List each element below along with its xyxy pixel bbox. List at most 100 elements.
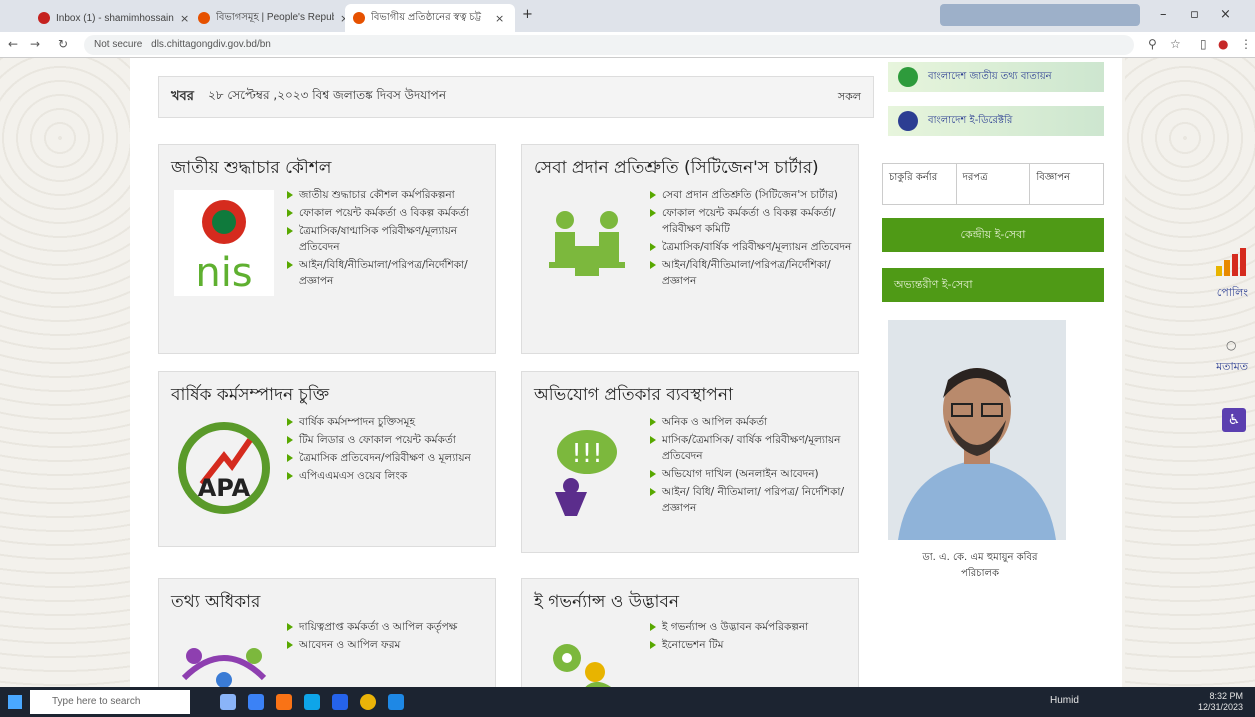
rti-people-icon	[171, 617, 277, 687]
mail-icon[interactable]	[332, 694, 348, 710]
list-item[interactable]: আইন/বিধি/নীতিমালা/পরিপত্র/নির্দেশিকা/প্র…	[287, 257, 492, 289]
browser-tab-1[interactable]: Inbox (1) - shamimhossaintev@... ×	[30, 4, 210, 32]
edge-icon[interactable]	[304, 694, 320, 710]
browser-tab-2[interactable]: বিভাগসমূহ | People's Republic ×	[190, 4, 370, 32]
grievance-speech-icon: !!!	[534, 414, 640, 526]
close-icon[interactable]: ×	[495, 12, 504, 25]
list-item[interactable]: ত্রৈমাসিক/ষাণ্মাসিক পরিবীক্ষণ/মূল্যায়ন …	[287, 223, 492, 255]
list-item[interactable]: অভিযোগ দাখিল (অনলাইন আবেদন)	[650, 466, 855, 482]
site-favicon	[198, 12, 210, 24]
file-explorer-icon[interactable]	[248, 694, 264, 710]
clock-time: 8:32 PM	[1209, 691, 1243, 701]
news-item[interactable]: ২৮ সেপ্টেম্বর ,২০২৩ বিশ্ব জলাতঙ্ক দিবস উ…	[208, 87, 446, 107]
list-item[interactable]: এপিএএমএস ওয়েব লিংক	[287, 468, 492, 484]
chrome-icon[interactable]	[360, 694, 376, 710]
list-item[interactable]: টিম লিডার ও ফোকাল পয়েন্ট কর্মকর্তা	[287, 432, 492, 448]
taskbar-search-input[interactable]: Type here to search	[30, 690, 190, 714]
list-item[interactable]: ত্রৈমাসিক/বার্ষিক পরিবীক্ষণ/মূল্যায়ন প্…	[650, 239, 855, 255]
sidepanel-icon[interactable]: ▯	[1200, 37, 1207, 51]
url-input[interactable]: Not secure dls.chittagongdiv.gov.bd/bn	[84, 35, 1134, 55]
back-icon[interactable]: ←	[8, 37, 18, 51]
app-icon[interactable]	[388, 694, 404, 710]
link-list: বার্ষিক কর্মসম্পাদন চুক্তিসমূহ টিম লিডার…	[287, 414, 492, 486]
national-portal-banner[interactable]: বাংলাদেশ জাতীয় তথ্য বাতায়ন	[888, 62, 1104, 92]
profile-icon[interactable]: ●	[1218, 37, 1228, 51]
card-title[interactable]: সেবা প্রদান প্রতিশ্রুতি (সিটিজেন'স চার্ট…	[522, 145, 858, 189]
minimize-icon[interactable]: –	[1160, 7, 1167, 22]
tab-jobs[interactable]: চাকুরি কর্নার	[883, 164, 957, 204]
left-decoration	[0, 58, 130, 687]
list-item[interactable]: মাসিক/ত্রৈমাসিক/ বার্ষিক পরিবীক্ষণ/মূল্য…	[650, 432, 855, 464]
close-icon[interactable]: ×	[180, 12, 189, 25]
list-item[interactable]: ফোকাল পয়েন্ট কর্মকর্তা ও বিকল্প কর্মকর্…	[650, 205, 855, 237]
globe-icon	[898, 67, 918, 87]
card-title[interactable]: অভিযোগ প্রতিকার ব্যবস্থাপনা	[522, 372, 858, 416]
list-item[interactable]: আইন/ বিধি/ নীতিমালা/ পরিপত্র/ নির্দেশিকা…	[650, 484, 855, 516]
comment-icon[interactable]: ○	[1226, 338, 1236, 352]
svg-text:nis: nis	[195, 250, 252, 296]
close-window-icon[interactable]: ×	[1220, 7, 1231, 22]
site-favicon	[353, 12, 365, 24]
browser-tab-strip: Inbox (1) - shamimhossaintev@... × বিভাগ…	[0, 0, 1255, 32]
list-item[interactable]: ই গভর্ন্যান্স ও উদ্ভাবন কর্মপরিকল্পনা	[650, 619, 855, 635]
card-integrity: জাতীয় শুদ্ধাচার কৌশল nis জাতীয় শুদ্ধাচ…	[158, 144, 496, 354]
citizen-charter-icon	[534, 187, 640, 299]
link-list: দায়িত্বপ্রাপ্ত কর্মকর্তা ও আপিল কর্তৃপক…	[287, 619, 492, 655]
director-photo	[888, 320, 1066, 540]
list-item[interactable]: আইন/বিধি/নীতিমালা/পরিপত্র/নির্দেশিকা/প্র…	[650, 257, 855, 289]
link-list: জাতীয় শুদ্ধাচার কৌশল কর্মপরিকল্পনা ফোকা…	[287, 187, 492, 291]
banner-label: বাংলাদেশ ই-ডিরেক্টরি	[928, 114, 1013, 126]
list-item[interactable]: দায়িত্বপ্রাপ্ত কর্মকর্তা ও আপিল কর্তৃপক…	[287, 619, 492, 635]
director-name: ডা. এ. কে. এম হুমায়ুন কবির	[922, 552, 1038, 563]
new-tab-button[interactable]: +	[522, 7, 533, 22]
bookmark-star-icon[interactable]: ☆	[1170, 37, 1181, 51]
poll-link[interactable]: পোলিং	[1190, 284, 1248, 303]
maximize-icon[interactable]: ▫	[1190, 7, 1199, 22]
address-bar: ← → ↻ Not secure dls.chittagongdiv.gov.b…	[0, 32, 1255, 58]
banner-label: বাংলাদেশ জাতীয় তথ্য বাতায়ন	[928, 70, 1052, 82]
windows-start-icon[interactable]	[8, 695, 22, 709]
url-text: dls.chittagongdiv.gov.bd/bn	[151, 39, 271, 50]
system-clock[interactable]: 8:32 PM 12/31/2023	[1198, 691, 1243, 713]
floating-widgets: পোলিং ○ মতামত ♿	[1190, 248, 1250, 518]
list-item[interactable]: অনিক ও আপিল কর্মকর্তা	[650, 414, 855, 430]
weather-widget[interactable]: Humid	[1050, 695, 1079, 706]
card-egov: ই গভর্ন্যান্স ও উদ্ভাবন ই গভর্ন্যান্স ও …	[521, 578, 859, 687]
list-item[interactable]: ত্রৈমাসিক প্রতিবেদন/পরিবীক্ষণ ও মূল্যায়…	[287, 450, 492, 466]
poll-bars-icon[interactable]	[1214, 248, 1248, 278]
link-list: অনিক ও আপিল কর্মকর্তা মাসিক/ত্রৈমাসিক/ ব…	[650, 414, 855, 518]
internal-eservice-button[interactable]: অভ্যন্তরীণ ই-সেবা	[882, 268, 1104, 302]
apa-logo-icon: APA	[171, 412, 277, 524]
profile-banner	[940, 4, 1140, 26]
list-item[interactable]: ইনোভেশন টিম	[650, 637, 855, 653]
list-item[interactable]: বার্ষিক কর্মসম্পাদন চুক্তিসমূহ	[287, 414, 492, 430]
e-directory-banner[interactable]: বাংলাদেশ ই-ডিরেক্টরি	[888, 106, 1104, 136]
list-item[interactable]: ফোকাল পয়েন্ট কর্মকর্তা ও বিকল্প কর্মকর্…	[287, 205, 492, 221]
card-citizen-charter: সেবা প্রদান প্রতিশ্রুতি (সিটিজেন'স চার্ট…	[521, 144, 859, 354]
zoom-icon[interactable]: ⚲	[1148, 37, 1157, 51]
forward-icon[interactable]: →	[30, 37, 40, 51]
notice-tabs: চাকুরি কর্নার দরপত্র বিজ্ঞাপন	[882, 163, 1104, 205]
browser-tab-active[interactable]: বিভাগীয় প্রতিষ্ঠানের স্বত্ব চট্ট ×	[345, 4, 515, 32]
tab-tender[interactable]: দরপত্র	[957, 164, 1031, 204]
list-item[interactable]: সেবা প্রদান প্রতিশ্রুতি (সিটিজেন'স চার্ট…	[650, 187, 855, 203]
list-item[interactable]: জাতীয় শুদ্ধাচার কৌশল কর্মপরিকল্পনা	[287, 187, 492, 203]
accessibility-icon[interactable]: ♿	[1222, 408, 1246, 432]
card-title[interactable]: বার্ষিক কর্মসম্পাদন চুক্তি	[159, 372, 495, 416]
list-item[interactable]: আবেদন ও আপিল ফরম	[287, 637, 492, 653]
reload-icon[interactable]: ↻	[58, 37, 68, 51]
menu-icon[interactable]: ⋮	[1240, 37, 1252, 51]
central-eservice-button[interactable]: কেন্দ্রীয় ই-সেবা	[882, 218, 1104, 252]
opinion-link[interactable]: মতামত	[1190, 358, 1248, 377]
not-secure-label: Not secure	[94, 39, 143, 50]
tab-title: Inbox (1) - shamimhossaintev@...	[56, 12, 174, 24]
gears-icon	[534, 615, 640, 687]
firefox-icon[interactable]	[276, 694, 292, 710]
news-all-link[interactable]: সকল	[838, 88, 861, 107]
card-grievance: অভিযোগ প্রতিকার ব্যবস্থাপনা !!! অনিক ও আ…	[521, 371, 859, 553]
directory-logo-icon	[898, 111, 918, 131]
tab-advertisement[interactable]: বিজ্ঞাপন	[1030, 164, 1103, 204]
tab-title: বিভাগসমূহ | People's Republic	[216, 11, 334, 23]
card-title[interactable]: জাতীয় শুদ্ধাচার কৌশল	[159, 145, 495, 189]
task-view-icon[interactable]	[220, 694, 236, 710]
